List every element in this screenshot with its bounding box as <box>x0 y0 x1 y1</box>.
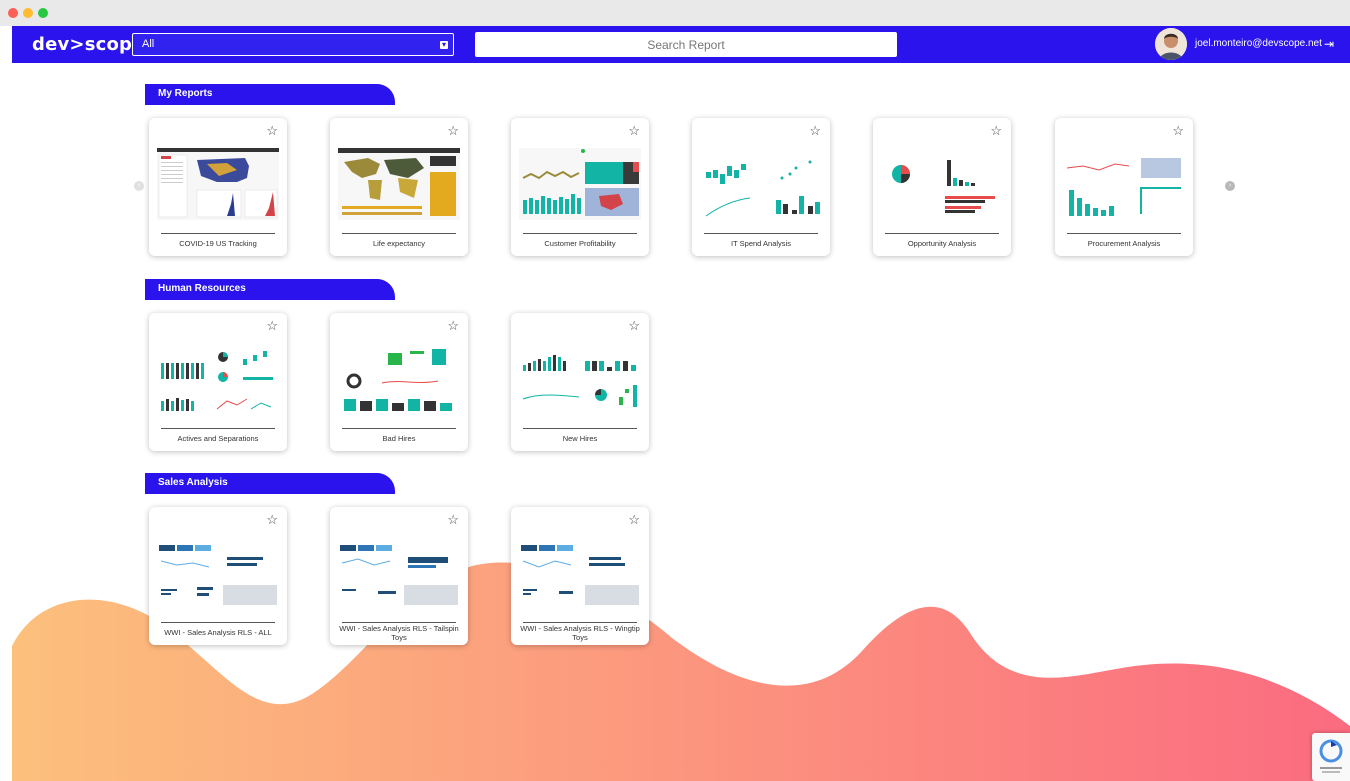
user-avatar[interactable] <box>1155 28 1187 60</box>
report-thumbnail <box>338 148 460 220</box>
report-title: Actives and Separations <box>177 434 259 443</box>
report-card-new-hires[interactable]: ☆ New Hires <box>511 313 649 451</box>
report-thumbnail <box>338 537 460 609</box>
top-navigation-bar: dev>scope All ▾ joel.monteiro@devscope.n… <box>12 26 1350 63</box>
report-card-covid[interactable]: ☆ COVID-19 US Tracking <box>149 118 287 256</box>
card-divider <box>342 233 456 234</box>
maximize-window-button[interactable] <box>38 8 48 18</box>
report-title: Bad Hires <box>382 434 416 443</box>
report-card-bad-hires[interactable]: ☆ Bad Hires <box>330 313 468 451</box>
report-thumbnail <box>157 343 279 415</box>
report-title: IT Spend Analysis <box>731 239 791 248</box>
section-header-my-reports: My Reports <box>145 84 395 105</box>
report-title: Procurement Analysis <box>1087 239 1161 248</box>
report-thumbnail <box>700 148 822 220</box>
devscope-logo[interactable]: dev>scope <box>32 34 145 55</box>
card-divider <box>523 428 637 429</box>
star-icon[interactable]: ☆ <box>447 318 459 334</box>
report-card-procurement[interactable]: ☆ Procurement Analysis <box>1055 118 1193 256</box>
card-divider <box>161 428 275 429</box>
section-title: Sales Analysis <box>158 477 228 488</box>
report-title: Opportunity Analysis <box>907 239 977 248</box>
star-icon[interactable]: ☆ <box>1172 123 1184 139</box>
card-divider <box>342 622 456 623</box>
report-thumbnail <box>881 148 1003 220</box>
user-email: joel.monteiro@devscope.net <box>1195 38 1322 49</box>
section-title: Human Resources <box>158 283 246 294</box>
app-frame: dev>scope All ▾ joel.monteiro@devscope.n… <box>12 26 1350 781</box>
report-thumbnail <box>157 148 279 220</box>
report-card-it-spend[interactable]: ☆ IT Spend Analysis <box>692 118 830 256</box>
carousel-next-icon[interactable]: › <box>1225 181 1235 191</box>
report-title: WWI - Sales Analysis RLS - ALL <box>164 628 272 637</box>
star-icon[interactable]: ☆ <box>628 123 640 139</box>
star-icon[interactable]: ☆ <box>628 512 640 528</box>
star-icon[interactable]: ☆ <box>447 123 459 139</box>
search-report-input[interactable] <box>475 32 897 57</box>
report-card-life-expectancy[interactable]: ☆ Life expectancy <box>330 118 468 256</box>
close-window-button[interactable] <box>8 8 18 18</box>
category-filter-value: All <box>142 38 155 50</box>
section-header-sales-analysis: Sales Analysis <box>145 473 395 494</box>
star-icon[interactable]: ☆ <box>266 512 278 528</box>
report-thumbnail <box>519 537 641 609</box>
carousel-prev-icon[interactable]: ‹ <box>134 181 144 191</box>
window-titlebar <box>0 0 1350 26</box>
category-filter-dropdown[interactable]: All ▾ <box>132 33 454 56</box>
card-divider <box>1067 233 1181 234</box>
card-divider <box>161 233 275 234</box>
report-card-customer-profitability[interactable]: ☆ Customer Profitability <box>511 118 649 256</box>
card-divider <box>523 233 637 234</box>
report-card-sales-rls-all[interactable]: ☆ WWI - Sales Analysis RLS - ALL <box>149 507 287 645</box>
report-card-sales-rls-tailspin[interactable]: ☆ WWI - Sales Analysis RLS - Tailspin To… <box>330 507 468 645</box>
report-thumbnail <box>519 148 641 220</box>
card-divider <box>523 622 637 623</box>
chevron-down-icon: ▾ <box>440 40 448 49</box>
star-icon[interactable]: ☆ <box>266 123 278 139</box>
report-thumbnail <box>338 343 460 415</box>
report-thumbnail <box>157 537 279 609</box>
minimize-window-button[interactable] <box>23 8 33 18</box>
report-card-sales-rls-wingtip[interactable]: ☆ WWI - Sales Analysis RLS - Wingtip Toy… <box>511 507 649 645</box>
report-title: Life expectancy <box>372 239 426 248</box>
report-thumbnail <box>519 343 641 415</box>
star-icon[interactable]: ☆ <box>266 318 278 334</box>
report-thumbnail <box>1063 148 1185 220</box>
section-header-human-resources: Human Resources <box>145 279 395 300</box>
star-icon[interactable]: ☆ <box>990 123 1002 139</box>
card-divider <box>885 233 999 234</box>
report-title: WWI - Sales Analysis RLS - Wingtip Toys <box>520 624 640 642</box>
card-divider <box>161 622 275 623</box>
section-title: My Reports <box>158 88 213 99</box>
report-card-actives-separations[interactable]: ☆ Actives and Separations <box>149 313 287 451</box>
report-title: New Hires <box>562 434 598 443</box>
recaptcha-badge[interactable] <box>1312 733 1350 781</box>
report-title: Customer Profitability <box>544 239 616 248</box>
logout-icon[interactable]: ⇥ <box>1324 37 1334 51</box>
card-divider <box>342 428 456 429</box>
report-title: WWI - Sales Analysis RLS - Tailspin Toys <box>339 624 459 642</box>
star-icon[interactable]: ☆ <box>447 512 459 528</box>
report-title: COVID-19 US Tracking <box>179 239 257 248</box>
star-icon[interactable]: ☆ <box>809 123 821 139</box>
star-icon[interactable]: ☆ <box>628 318 640 334</box>
report-card-opportunity[interactable]: ☆ Opportunity Analysis <box>873 118 1011 256</box>
card-divider <box>704 233 818 234</box>
